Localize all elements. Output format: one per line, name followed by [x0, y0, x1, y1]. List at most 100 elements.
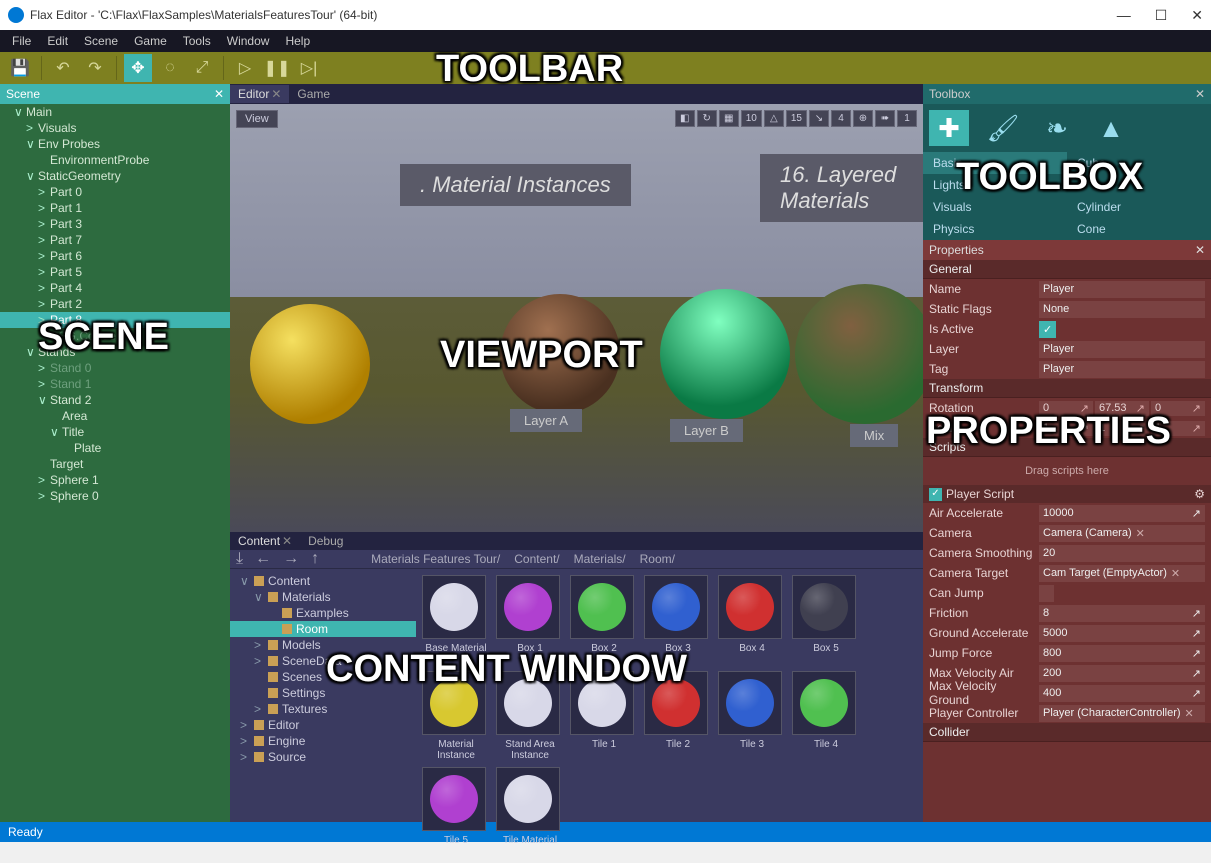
- vector-field[interactable]: 67.53↗: [1095, 401, 1149, 416]
- scene-item[interactable]: >Part 0: [0, 184, 230, 200]
- property-field[interactable]: Cam Target (EmptyActor)✕: [1039, 565, 1205, 582]
- viewport[interactable]: View ◧↻▦10△15↘4⊕➠1 . Material Instances …: [230, 104, 923, 532]
- vector-field[interactable]: 0↗: [1039, 401, 1093, 416]
- scene-item[interactable]: ∨Main: [0, 104, 230, 120]
- scene-item[interactable]: Target: [0, 456, 230, 472]
- folder-item[interactable]: ∨ Content: [230, 573, 416, 589]
- scene-item[interactable]: >Part 5: [0, 264, 230, 280]
- import-icon[interactable]: ⤓: [236, 550, 243, 568]
- viewport-tool-icon[interactable]: ➠: [875, 110, 895, 127]
- scene-item[interactable]: >Stand 0: [0, 360, 230, 376]
- scene-item[interactable]: >Part 3: [0, 216, 230, 232]
- scene-item[interactable]: >Part 8: [0, 312, 230, 328]
- tab-debug[interactable]: Debug: [300, 532, 351, 550]
- scene-panel-header[interactable]: Scene ✕: [0, 84, 230, 104]
- folder-item[interactable]: ∨ Materials: [230, 589, 416, 605]
- properties-header[interactable]: Properties✕: [923, 240, 1211, 260]
- minimize-button[interactable]: —: [1117, 7, 1131, 24]
- foliage-tab-icon[interactable]: ❧: [1037, 110, 1077, 146]
- play-icon[interactable]: ▷: [231, 54, 259, 82]
- view-button[interactable]: View: [236, 110, 278, 128]
- property-field[interactable]: 10000↗: [1039, 505, 1205, 522]
- scene-item[interactable]: >Sphere 0: [0, 488, 230, 504]
- toolbox-category[interactable]: Visuals: [923, 196, 1067, 218]
- scene-item[interactable]: Plate: [0, 440, 230, 456]
- close-icon[interactable]: ✕: [282, 534, 292, 548]
- folder-item[interactable]: > Textures: [230, 701, 416, 717]
- scene-item[interactable]: ∨Title: [0, 424, 230, 440]
- breadcrumb-segment[interactable]: Materials Features Tour/: [371, 552, 500, 566]
- property-field[interactable]: Player: [1039, 281, 1205, 298]
- toolbox-item[interactable]: Cylinder: [1067, 196, 1211, 218]
- property-field[interactable]: Player: [1039, 341, 1205, 358]
- checkbox[interactable]: [1039, 585, 1054, 602]
- scene-item[interactable]: ∨Stand 2: [0, 392, 230, 408]
- content-tree[interactable]: ∨ Content∨ Materials Examples Room> Mode…: [230, 569, 416, 863]
- close-icon[interactable]: ✕: [1195, 243, 1205, 257]
- rotate-gizmo-icon[interactable]: ◌: [156, 54, 184, 82]
- scene-tree[interactable]: ∨Main>Visuals∨Env ProbesEnvironmentProbe…: [0, 104, 230, 822]
- breadcrumb[interactable]: Materials Features Tour/Content/Material…: [371, 552, 675, 566]
- asset-item[interactable]: Box 1: [496, 575, 564, 665]
- folder-item[interactable]: Examples: [230, 605, 416, 621]
- menu-scene[interactable]: Scene: [76, 32, 126, 50]
- breadcrumb-segment[interactable]: Room/: [640, 552, 675, 566]
- scripts-dropzone[interactable]: Drag scripts here: [923, 457, 1211, 485]
- property-section[interactable]: General: [923, 260, 1211, 279]
- property-field[interactable]: Player: [1039, 361, 1205, 378]
- maximize-button[interactable]: ☐: [1155, 7, 1168, 24]
- property-section[interactable]: Collider: [923, 723, 1211, 742]
- save-icon[interactable]: 💾: [6, 54, 34, 82]
- vector-field[interactable]: 1↗: [1151, 421, 1205, 436]
- close-icon[interactable]: ✕: [271, 87, 281, 101]
- primitive-tab-icon[interactable]: ✚: [929, 110, 969, 146]
- close-icon[interactable]: ✕: [214, 87, 224, 101]
- paint-tab-icon[interactable]: 🖌: [983, 110, 1023, 146]
- folder-item[interactable]: Scenes: [230, 669, 416, 685]
- scene-item[interactable]: >Part 1: [0, 200, 230, 216]
- toolbox-category[interactable]: Basic: [923, 152, 1067, 174]
- scene-item[interactable]: CSG.Collider: [0, 328, 230, 344]
- scene-item[interactable]: >Part 6: [0, 248, 230, 264]
- folder-item[interactable]: > SceneData: [230, 653, 416, 669]
- viewport-tool-icon[interactable]: 4: [831, 110, 851, 127]
- viewport-tool-icon[interactable]: ↻: [697, 110, 717, 127]
- property-section[interactable]: Transform: [923, 379, 1211, 398]
- viewport-tool-icon[interactable]: △: [764, 110, 784, 127]
- scene-item[interactable]: >Stand 1: [0, 376, 230, 392]
- up-icon[interactable]: ↑: [311, 550, 319, 568]
- property-field[interactable]: 8↗: [1039, 605, 1205, 622]
- asset-item[interactable]: Tile 3: [718, 671, 786, 761]
- tab-game[interactable]: Game: [289, 85, 338, 103]
- scale-gizmo-icon[interactable]: ⤢: [188, 54, 216, 82]
- forward-icon[interactable]: →: [283, 550, 299, 568]
- tab-content[interactable]: Content✕: [230, 532, 300, 550]
- menu-help[interactable]: Help: [277, 32, 318, 50]
- scene-item[interactable]: ∨Stands: [0, 344, 230, 360]
- viewport-tool-icon[interactable]: ↘: [809, 110, 829, 127]
- folder-item[interactable]: > Models: [230, 637, 416, 653]
- property-field[interactable]: 800↗: [1039, 645, 1205, 662]
- menu-tools[interactable]: Tools: [175, 32, 219, 50]
- back-icon[interactable]: ←: [255, 550, 271, 568]
- scene-item[interactable]: ∨StaticGeometry: [0, 168, 230, 184]
- move-gizmo-icon[interactable]: ✥: [124, 54, 152, 82]
- folder-item[interactable]: > Engine: [230, 733, 416, 749]
- viewport-tool-icon[interactable]: ▦: [719, 110, 739, 127]
- scene-item[interactable]: EnvironmentProbe: [0, 152, 230, 168]
- property-field[interactable]: None: [1039, 301, 1205, 318]
- folder-item[interactable]: > Editor: [230, 717, 416, 733]
- toolbox-header[interactable]: Toolbox✕: [923, 84, 1211, 104]
- asset-item[interactable]: Tile 4: [792, 671, 860, 761]
- viewport-tool-icon[interactable]: 15: [786, 110, 807, 127]
- scene-item[interactable]: >Part 4: [0, 280, 230, 296]
- menu-window[interactable]: Window: [219, 32, 278, 50]
- asset-item[interactable]: Stand Area Instance: [496, 671, 564, 761]
- scene-item[interactable]: >Part 2: [0, 296, 230, 312]
- property-section[interactable]: Scripts: [923, 438, 1211, 457]
- toolbox-category[interactable]: Physics: [923, 218, 1067, 240]
- close-button[interactable]: ✕: [1191, 7, 1203, 24]
- breadcrumb-segment[interactable]: Materials/: [574, 552, 626, 566]
- asset-item[interactable]: Box 4: [718, 575, 786, 665]
- scene-item[interactable]: >Part 7: [0, 232, 230, 248]
